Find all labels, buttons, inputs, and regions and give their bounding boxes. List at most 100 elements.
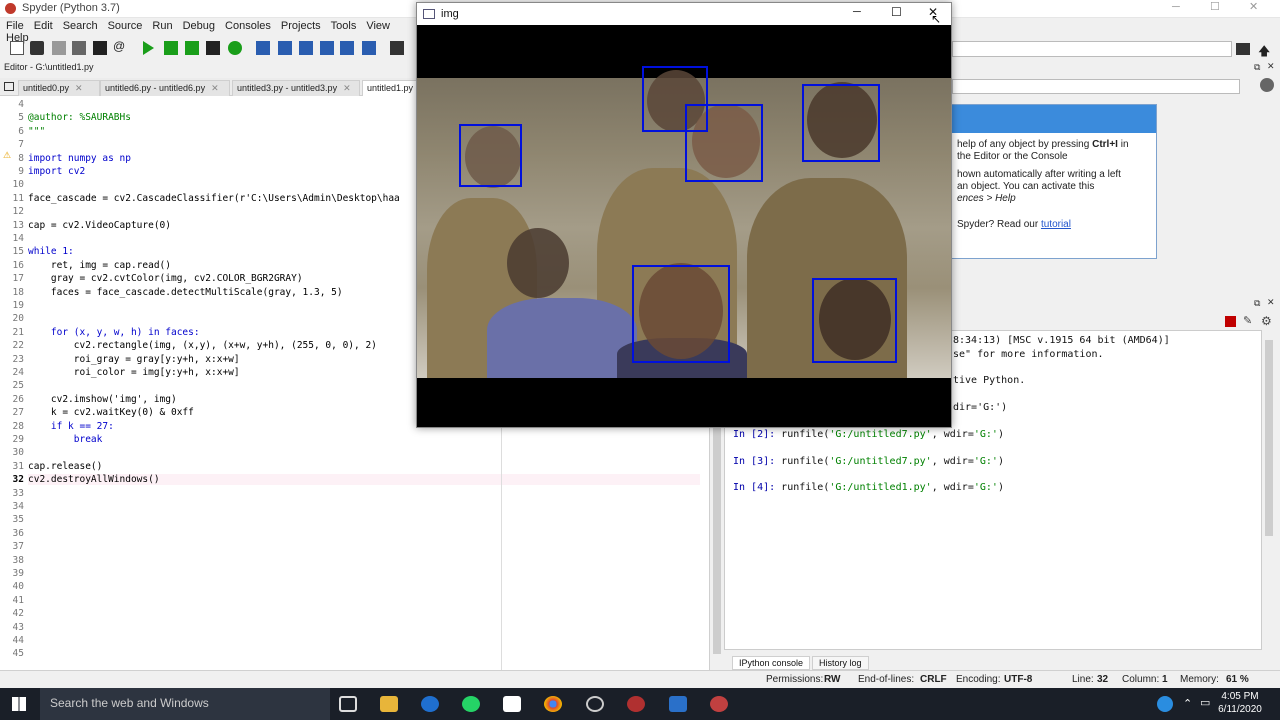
code-line: cv2.rectangle(img, (x,y), (x+w, y+h), (2…: [28, 340, 377, 352]
menu-bar: File Edit Search Source Run Debug Consoles Proj…: [0, 20, 420, 44]
code-line: ret, img = cap.read(): [28, 259, 171, 271]
whatsapp-icon[interactable]: [462, 696, 480, 712]
stop-kernel-icon[interactable]: [1225, 316, 1236, 327]
open-file-icon[interactable]: [30, 41, 44, 55]
undock-icon[interactable]: ⧉: [1254, 298, 1260, 309]
menu-file[interactable]: File: [6, 20, 24, 32]
step-icon[interactable]: [278, 41, 292, 55]
taskbar-search-box[interactable]: Search the web and Windows: [40, 688, 330, 720]
tray-chevron-icon[interactable]: ⌃: [1183, 697, 1192, 710]
working-dir-combo[interactable]: [952, 41, 1232, 57]
tab-close-icon[interactable]: ✕: [343, 83, 351, 93]
warning-icon: ⚠: [3, 150, 12, 160]
save-all-icon[interactable]: [72, 41, 86, 55]
rerun-icon[interactable]: [228, 41, 242, 55]
maximize-icon[interactable]: ☐: [891, 5, 902, 19]
image-window-titlebar[interactable]: img ─ ☐ ✕: [417, 3, 951, 25]
code-line: @author: %SAURABHs: [28, 112, 131, 124]
run-cell-icon[interactable]: [164, 41, 178, 55]
clock-time: 4:05 PM: [1221, 691, 1259, 702]
step-return-icon[interactable]: [320, 41, 334, 55]
continue-icon[interactable]: [340, 41, 354, 55]
person-head: [507, 228, 569, 298]
help-source-combo[interactable]: [952, 79, 1240, 94]
column-value: 1: [1162, 674, 1168, 685]
tab-close-icon[interactable]: ✕: [211, 83, 219, 93]
editor-tabs: untitled0.py ✕ untitled6.py - untitled6.p…: [0, 78, 432, 96]
network-icon[interactable]: ▭: [1200, 696, 1210, 709]
encoding-label: Encoding:: [956, 674, 1001, 685]
tab-untitled0[interactable]: untitled0.py ✕: [18, 80, 100, 96]
menu-debug[interactable]: Debug: [183, 20, 215, 32]
clear-console-icon[interactable]: ✎: [1243, 314, 1252, 327]
image-window[interactable]: img ─ ☐ ✕: [416, 2, 952, 428]
tab-label: untitled1.py: [367, 83, 414, 93]
task-view-icon[interactable]: [339, 696, 357, 712]
menu-edit[interactable]: Edit: [34, 20, 53, 32]
menu-run[interactable]: Run: [152, 20, 172, 32]
stop-debug-icon[interactable]: [362, 41, 376, 55]
step-into-icon[interactable]: [299, 41, 313, 55]
menu-projects[interactable]: Projects: [281, 20, 321, 32]
edge-icon[interactable]: [421, 696, 439, 712]
spyder-icon: [5, 3, 16, 14]
new-file-icon[interactable]: [10, 41, 24, 55]
menu-tools[interactable]: Tools: [331, 20, 357, 32]
spyder-active-icon[interactable]: [710, 696, 728, 712]
chrome-icon[interactable]: [544, 696, 562, 712]
menu-source[interactable]: Source: [108, 20, 143, 32]
browse-folder-icon[interactable]: [1236, 43, 1250, 55]
maximize-pane-icon[interactable]: [390, 41, 404, 55]
code-line: import cv2: [28, 166, 86, 177]
undock-icon[interactable]: ⧉: [1254, 62, 1260, 73]
code-line: cv2.destroyAllWindows(): [28, 474, 700, 486]
close-pane-icon[interactable]: ✕: [1267, 61, 1275, 72]
face-detection-box: [459, 124, 522, 187]
menu-consoles[interactable]: Consoles: [225, 20, 271, 32]
encoding-value: UTF-8: [1004, 674, 1033, 685]
tab-untitled3[interactable]: untitled3.py - untitled3.py ✕: [232, 80, 360, 96]
document-icon[interactable]: [669, 696, 687, 712]
eol-label: End-of-lines:: [858, 674, 915, 685]
browse-tabs-icon[interactable]: [93, 41, 107, 55]
console-options-icon[interactable]: ⚙: [1261, 314, 1272, 328]
browse-tabs-icon[interactable]: [4, 82, 14, 91]
editor-path: Editor - G:\untitled1.py: [4, 62, 94, 72]
window-minimize-icon[interactable]: ─: [1172, 1, 1180, 13]
close-pane-icon[interactable]: ✕: [1267, 297, 1275, 308]
code-line: import numpy as np: [28, 152, 131, 164]
window-close-icon[interactable]: ✕: [1249, 0, 1258, 13]
face-detection-box: [812, 278, 897, 363]
help-options-icon[interactable]: [1260, 78, 1274, 92]
permissions-value: RW: [824, 674, 841, 685]
save-icon[interactable]: [52, 41, 66, 55]
anaconda-icon[interactable]: [586, 696, 604, 712]
code-line: k = cv2.waitKey(0) & 0xff: [28, 407, 194, 419]
tab-label: untitled3.py - untitled3.py: [237, 83, 338, 93]
debug-icon[interactable]: [256, 41, 270, 55]
tab-untitled6[interactable]: untitled6.py - untitled6.py ✕: [100, 80, 230, 96]
run-selection-icon[interactable]: [206, 41, 220, 55]
menu-view[interactable]: View: [366, 20, 390, 32]
windows-start-icon[interactable]: [12, 697, 26, 711]
help-tray-icon[interactable]: [1157, 696, 1173, 712]
tab-close-icon[interactable]: ✕: [75, 83, 83, 93]
tab-history-log[interactable]: History log: [812, 656, 869, 670]
run-icon[interactable]: [143, 41, 154, 55]
at-icon[interactable]: @: [113, 39, 127, 53]
image-canvas: [417, 25, 951, 427]
spyder-taskbar-icon[interactable]: [627, 696, 645, 712]
code-line: """: [28, 125, 46, 137]
tab-ipython-console[interactable]: IPython console: [732, 656, 811, 670]
menu-search[interactable]: Search: [63, 20, 98, 32]
store-icon[interactable]: [503, 696, 521, 712]
clock[interactable]: 4:05 PM 6/11/2020: [1210, 690, 1270, 718]
console-scrollbar[interactable]: [1262, 330, 1276, 650]
run-cell-advance-icon[interactable]: [185, 41, 199, 55]
person-body: [487, 298, 637, 378]
window-maximize-icon[interactable]: ☐: [1210, 0, 1220, 13]
file-explorer-icon[interactable]: [380, 696, 398, 712]
minimize-icon[interactable]: ─: [853, 6, 861, 18]
scroll-thumb[interactable]: [1265, 340, 1273, 536]
tutorial-link[interactable]: tutorial: [1041, 219, 1071, 230]
